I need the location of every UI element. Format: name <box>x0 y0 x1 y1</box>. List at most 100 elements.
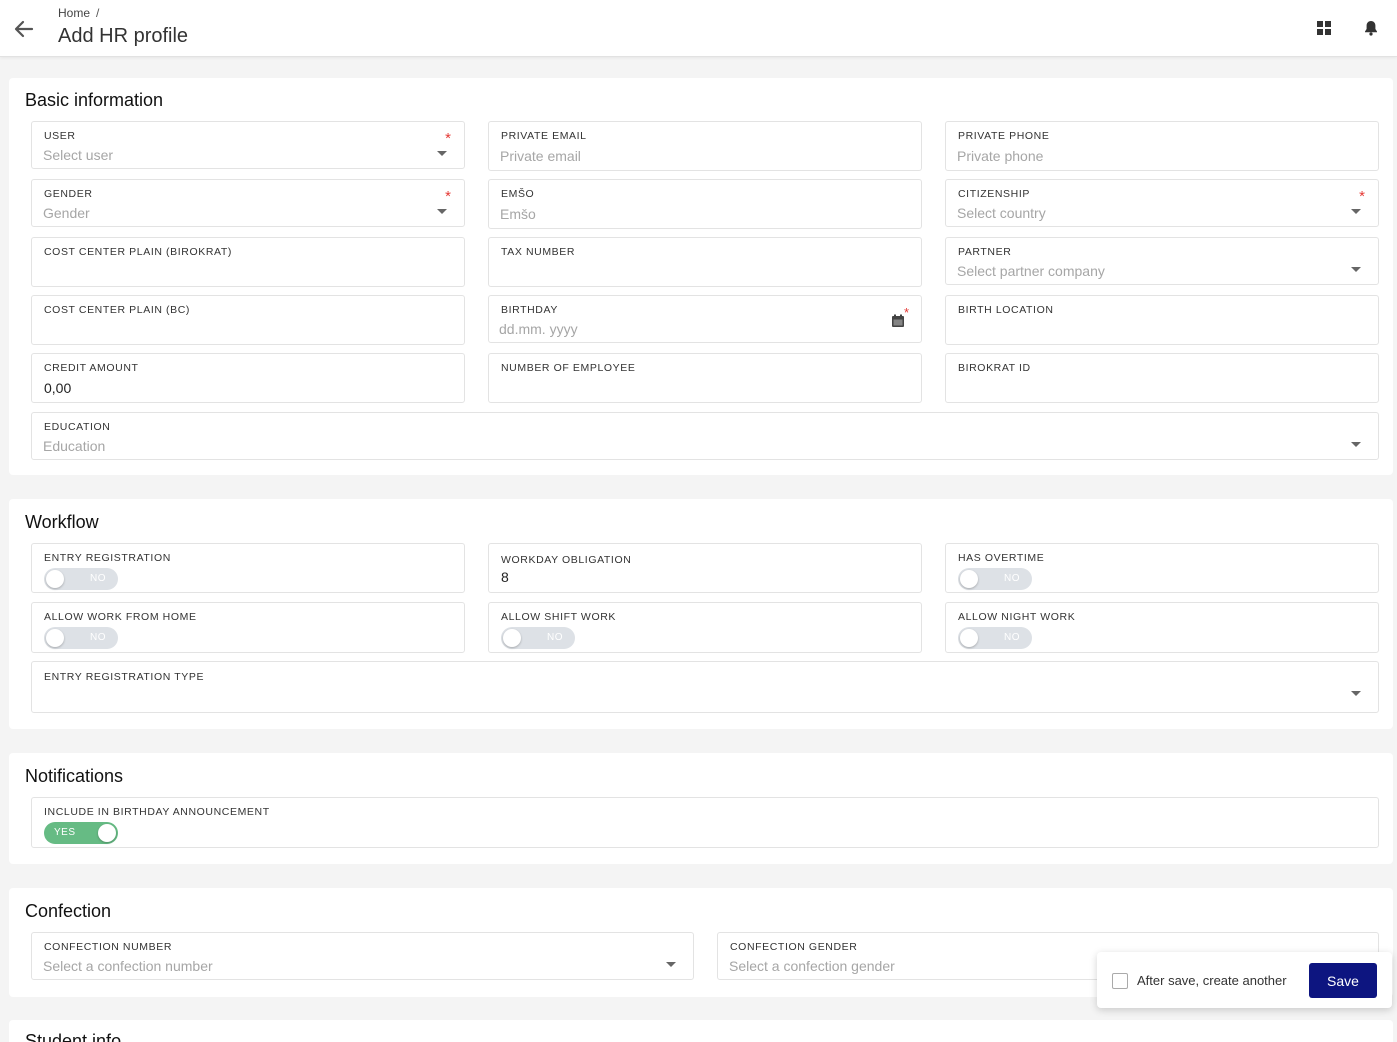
credit-amount-field[interactable]: CREDIT AMOUNT 0,00 <box>31 353 465 403</box>
allow-wfh-field: ALLOW WORK FROM HOME NO <box>31 602 465 653</box>
cost-center-birokrat-label: COST CENTER PLAIN (BIROKRAT) <box>44 246 232 258</box>
birthday-announcement-toggle[interactable]: YES <box>44 822 118 844</box>
emso-field[interactable]: EMŠO Emšo <box>488 179 922 229</box>
toggle-state: NO <box>90 573 106 584</box>
confection-gender-label: CONFECTION GENDER <box>730 941 858 953</box>
has-overtime-toggle[interactable]: NO <box>958 568 1032 590</box>
toggle-knob <box>960 570 978 588</box>
private-email-placeholder: Private email <box>500 148 581 164</box>
confection-gender-value: Select a confection gender <box>729 958 895 974</box>
cost-center-birokrat-field[interactable]: COST CENTER PLAIN (BIROKRAT) <box>31 237 465 287</box>
birokrat-id-field[interactable]: BIROKRAT ID <box>945 353 1379 403</box>
back-arrow-icon[interactable] <box>14 20 34 38</box>
private-email-label: PRIVATE EMAIL <box>501 130 587 142</box>
chevron-down-icon[interactable] <box>437 209 447 214</box>
birthday-announcement-field: INCLUDE IN BIRTHDAY ANNOUNCEMENT YES <box>31 797 1379 848</box>
save-button[interactable]: Save <box>1309 963 1377 998</box>
workflow-card: Workflow ENTRY REGISTRATION NO WORKDAY O… <box>9 499 1393 729</box>
chevron-down-icon[interactable] <box>437 151 447 156</box>
citizenship-value: Select country <box>957 205 1046 221</box>
create-another-checkbox[interactable] <box>1112 973 1128 989</box>
birth-location-label: BIRTH LOCATION <box>958 304 1054 316</box>
toggle-state: NO <box>1004 632 1020 643</box>
entry-registration-field: ENTRY REGISTRATION NO <box>31 543 465 593</box>
chevron-down-icon[interactable] <box>1351 267 1361 272</box>
page-title: Add HR profile <box>58 25 189 47</box>
user-value: Select user <box>43 147 114 163</box>
has-overtime-field: HAS OVERTIME NO <box>945 543 1379 593</box>
save-bar: After save, create another Save <box>1097 952 1392 1008</box>
user-label: USER <box>44 130 76 142</box>
chevron-down-icon[interactable] <box>666 962 676 967</box>
entry-registration-toggle[interactable]: NO <box>44 568 118 590</box>
allow-night-field: ALLOW NIGHT WORK NO <box>945 602 1379 653</box>
grid-icon[interactable] <box>1316 20 1332 36</box>
notifications-button[interactable] <box>1361 18 1381 38</box>
allow-shift-toggle[interactable]: NO <box>501 627 575 649</box>
toggle-knob <box>960 629 978 647</box>
citizenship-label: CITIZENSHIP <box>958 188 1030 200</box>
bell-icon[interactable] <box>1364 20 1378 36</box>
toggle-state: NO <box>1004 573 1020 584</box>
cost-center-bc-field[interactable]: COST CENTER PLAIN (BC) <box>31 295 465 345</box>
breadcrumb-home[interactable]: Home <box>58 6 90 20</box>
section-title-notifications: Notifications <box>25 766 124 786</box>
student-info-card: Student info <box>9 1020 1393 1042</box>
toggle-state: NO <box>90 632 106 643</box>
tax-number-label: TAX NUMBER <box>501 246 576 258</box>
credit-amount-label: CREDIT AMOUNT <box>44 362 139 374</box>
user-select[interactable]: USER Select user * <box>31 121 465 169</box>
birth-location-field[interactable]: BIRTH LOCATION <box>945 295 1379 345</box>
birthday-label: BIRTHDAY <box>501 304 558 316</box>
private-phone-label: PRIVATE PHONE <box>958 130 1050 142</box>
toggle-knob <box>503 629 521 647</box>
private-phone-field[interactable]: PRIVATE PHONE Private phone <box>945 121 1379 171</box>
number-of-employee-field[interactable]: NUMBER OF EMPLOYEE <box>488 353 922 403</box>
section-title-workflow: Workflow <box>25 512 99 532</box>
required-mark: * <box>903 305 909 320</box>
confection-number-value: Select a confection number <box>43 958 213 974</box>
confection-number-select[interactable]: CONFECTION NUMBER Select a confection nu… <box>31 932 694 980</box>
education-select[interactable]: EDUCATION Education <box>31 412 1379 460</box>
section-title-basic: Basic information <box>25 90 164 110</box>
gender-select[interactable]: GENDER Gender * <box>31 179 465 227</box>
cost-center-bc-label: COST CENTER PLAIN (BC) <box>44 304 191 316</box>
calendar-icon[interactable] <box>891 314 905 328</box>
allow-shift-field: ALLOW SHIFT WORK NO <box>488 602 922 653</box>
required-mark: * <box>1359 188 1365 205</box>
private-phone-placeholder: Private phone <box>957 148 1044 164</box>
allow-wfh-toggle[interactable]: NO <box>44 627 118 649</box>
notifications-card: Notifications INCLUDE IN BIRTHDAY ANNOUN… <box>9 753 1393 864</box>
emso-placeholder: Emšo <box>500 206 536 222</box>
entry-registration-type-select[interactable]: ENTRY REGISTRATION TYPE <box>31 661 1379 713</box>
gender-label: GENDER <box>44 188 93 200</box>
workday-obligation-field[interactable]: WORKDAY OBLIGATION 8 <box>488 543 922 593</box>
breadcrumb: Home / <box>58 6 99 20</box>
create-another-label[interactable]: After save, create another <box>1137 973 1287 988</box>
top-bar: Home / Add HR profile <box>0 0 1397 57</box>
chevron-down-icon[interactable] <box>1351 442 1361 447</box>
workday-obligation-value: 8 <box>501 569 509 585</box>
partner-select[interactable]: PARTNER Select partner company <box>945 237 1379 285</box>
entry-registration-type-label: ENTRY REGISTRATION TYPE <box>44 671 205 683</box>
birokrat-id-label: BIROKRAT ID <box>958 362 1031 374</box>
section-title-student: Student info <box>25 1031 122 1042</box>
partner-value: Select partner company <box>957 263 1105 279</box>
citizenship-select[interactable]: CITIZENSHIP Select country * <box>945 179 1379 227</box>
basic-information-card: Basic information USER Select user * PRI… <box>9 78 1393 475</box>
section-title-confection: Confection <box>25 901 112 921</box>
birthday-field[interactable]: BIRTHDAY dd.mm. yyyy * <box>488 295 922 343</box>
back-button[interactable] <box>10 16 38 42</box>
chevron-down-icon[interactable] <box>1351 691 1361 696</box>
private-email-field[interactable]: PRIVATE EMAIL Private email <box>488 121 922 171</box>
entry-registration-label: ENTRY REGISTRATION <box>44 552 171 564</box>
partner-label: PARTNER <box>958 246 1012 258</box>
tax-number-field[interactable]: TAX NUMBER <box>488 237 922 287</box>
allow-night-toggle[interactable]: NO <box>958 627 1032 649</box>
toggle-knob <box>98 824 116 842</box>
apps-button[interactable] <box>1314 18 1334 38</box>
emso-label: EMŠO <box>501 188 535 200</box>
credit-amount-value: 0,00 <box>44 380 72 396</box>
toggle-knob <box>46 570 64 588</box>
chevron-down-icon[interactable] <box>1351 209 1361 214</box>
